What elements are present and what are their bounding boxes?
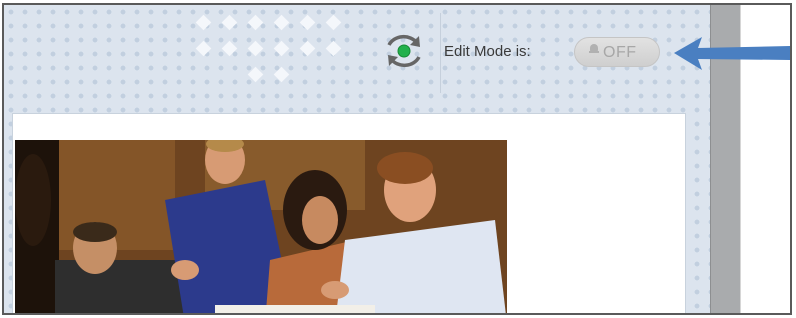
- header-bar: Edit Mode is: OFF: [4, 5, 710, 95]
- edit-mode-label: Edit Mode is:: [444, 43, 531, 60]
- pointer-arrow-icon: [674, 37, 790, 70]
- decorative-diamond-pattern: [192, 11, 342, 89]
- sync-status-button[interactable]: [379, 29, 429, 73]
- screenshot-frame: Edit Mode is: OFF: [2, 3, 792, 315]
- content-card: [12, 113, 686, 313]
- bell-icon: [589, 44, 599, 54]
- group-meeting-photo: [15, 140, 507, 313]
- header-divider: [440, 13, 441, 93]
- edit-mode-toggle[interactable]: OFF: [574, 37, 660, 67]
- sync-status-icon: [387, 34, 421, 68]
- app-panel: Edit Mode is: OFF: [4, 5, 710, 313]
- edit-mode-toggle-value: OFF: [603, 44, 637, 61]
